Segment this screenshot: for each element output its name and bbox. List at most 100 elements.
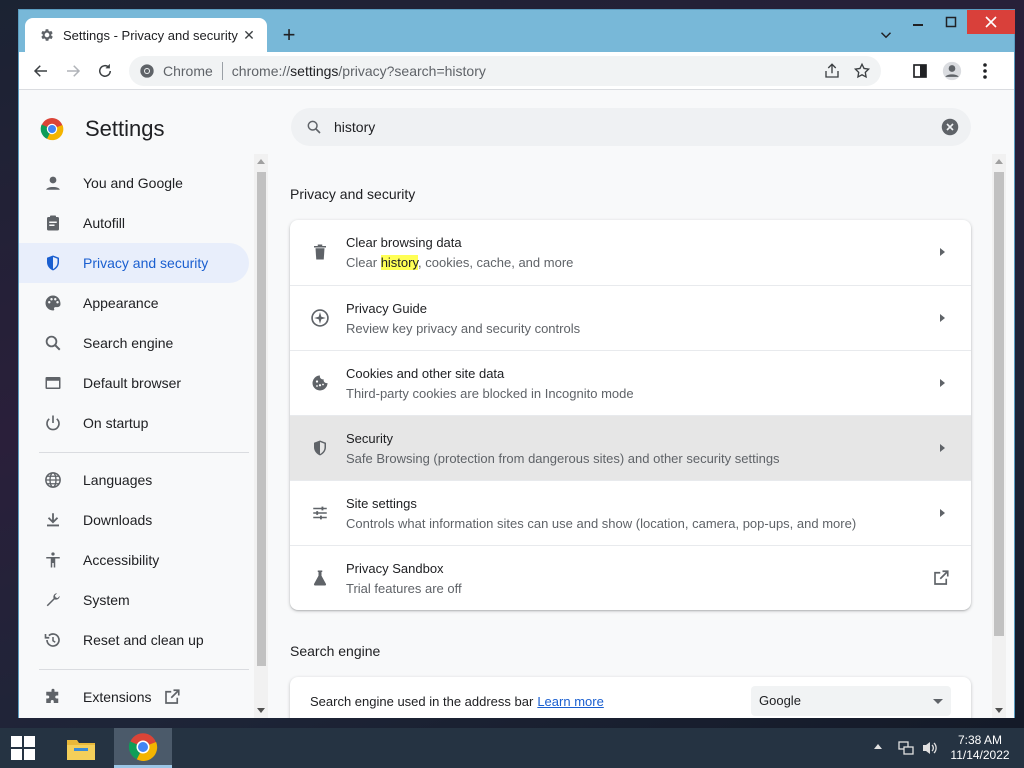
url-text[interactable]: chrome://settings/privacy?search=history	[232, 63, 486, 79]
sidebar-item-default-browser[interactable]: Default browser	[19, 363, 249, 403]
settings-search[interactable]	[291, 108, 971, 146]
scroll-up-arrow[interactable]	[995, 159, 1003, 164]
shield-icon	[43, 253, 63, 273]
sidebar-item-label: Autofill	[83, 215, 126, 231]
scrollbar-thumb[interactable]	[994, 172, 1004, 636]
new-tab-button[interactable]: +	[277, 24, 301, 48]
bookmark-star-icon[interactable]	[853, 62, 871, 80]
close-icon	[985, 16, 997, 28]
accessibility-icon	[43, 550, 63, 570]
sidebar-scrollbar[interactable]	[254, 154, 268, 718]
back-button[interactable]	[31, 61, 51, 81]
chrome-logo-icon	[40, 118, 64, 141]
person-icon	[43, 173, 63, 193]
kebab-menu-icon	[983, 63, 987, 79]
search-engine-label-text: Search engine used in the address bar	[310, 694, 534, 709]
start-button[interactable]	[0, 728, 46, 768]
close-tab-icon[interactable]: ✕	[241, 27, 257, 43]
tray-chevron-up-icon[interactable]	[874, 744, 882, 749]
search-highlight: history	[380, 255, 419, 270]
sidebar-item-label: Privacy and security	[83, 255, 209, 271]
sidebar-item-privacy-and-security[interactable]: Privacy and security	[19, 243, 249, 283]
sidebar-item-label: Downloads	[83, 512, 153, 528]
chrome-taskbar-button[interactable]	[114, 728, 172, 768]
row-subtitle: Clear history, cookies, cache, and more	[346, 255, 573, 270]
maximize-button[interactable]	[936, 10, 966, 34]
volume-icon[interactable]	[921, 740, 939, 756]
chrome-logo-icon	[128, 732, 158, 761]
settings-page: Settings You and Google Autofill Privacy…	[19, 90, 1014, 718]
sidebar-item-appearance[interactable]: Appearance	[19, 283, 249, 323]
minimize-icon	[913, 24, 923, 26]
caret-down-icon	[933, 699, 943, 704]
tab-settings[interactable]: Settings - Privacy and security ✕	[25, 18, 267, 52]
chevron-down-icon[interactable]	[877, 26, 895, 44]
search-input[interactable]	[334, 119, 914, 135]
arrow-left-icon	[33, 65, 47, 77]
row-site-settings[interactable]: Site settings Controls what information …	[290, 480, 971, 545]
wrench-icon	[43, 590, 63, 610]
sidebar-item-search-engine[interactable]: Search engine	[19, 323, 249, 363]
sidebar-item-label: Extensions	[83, 689, 152, 705]
external-link-icon	[934, 570, 949, 585]
shield-icon	[310, 438, 330, 458]
folder-icon	[67, 740, 95, 760]
row-cookies[interactable]: Cookies and other site data Third-party …	[290, 350, 971, 415]
row-title: Clear browsing data	[346, 235, 462, 250]
profile-button[interactable]	[942, 61, 962, 81]
globe-icon	[43, 470, 63, 490]
share-icon[interactable]	[823, 62, 841, 80]
scroll-down-arrow[interactable]	[257, 708, 265, 713]
sidebar-item-label: System	[83, 592, 130, 608]
avatar-icon	[942, 61, 962, 81]
sidebar-item-accessibility[interactable]: Accessibility	[19, 540, 249, 580]
sidebar-item-label: Appearance	[83, 295, 159, 311]
sidebar-item-label: On startup	[83, 415, 149, 431]
clipboard-icon	[43, 213, 63, 233]
side-panel-icon	[913, 64, 927, 78]
sidebar-item-you-and-google[interactable]: You and Google	[19, 163, 249, 203]
settings-header: Settings	[19, 90, 1014, 148]
scroll-down-arrow[interactable]	[995, 708, 1003, 713]
menu-button[interactable]	[975, 61, 995, 81]
sidebar-divider	[39, 669, 249, 670]
reload-button[interactable]	[95, 61, 115, 81]
row-subtitle-part: Clear	[346, 255, 381, 270]
search-engine-select[interactable]: Google	[751, 686, 951, 716]
sidebar-item-label: Reset and clean up	[83, 632, 204, 648]
search-engine-card: Search engine used in the address bar Lea…	[290, 677, 971, 718]
close-window-button[interactable]	[967, 10, 1015, 34]
forward-button[interactable]	[63, 61, 83, 81]
clear-search-icon[interactable]	[941, 118, 959, 136]
main-scrollbar[interactable]	[992, 154, 1006, 718]
system-clock[interactable]: 7:38 AM 11/14/2022	[945, 733, 1015, 763]
sidebar-item-reset-and-clean-up[interactable]: Reset and clean up	[19, 620, 249, 660]
sidebar-item-autofill[interactable]: Autofill	[19, 203, 249, 243]
tab-strip: Settings - Privacy and security ✕ +	[19, 10, 1015, 52]
row-subtitle: Trial features are off	[346, 581, 462, 596]
row-security[interactable]: Security Safe Browsing (protection from …	[290, 415, 971, 480]
minimize-button[interactable]	[903, 10, 933, 34]
side-panel-button[interactable]	[910, 61, 930, 81]
sidebar-item-extensions[interactable]: Extensions	[19, 677, 249, 717]
network-icon[interactable]	[898, 740, 914, 756]
sidebar-item-languages[interactable]: Languages	[19, 460, 249, 500]
taskbar: 7:38 AM 11/14/2022	[0, 728, 1024, 768]
file-explorer-button[interactable]	[58, 728, 104, 768]
sidebar-item-label: Accessibility	[83, 552, 160, 568]
row-clear-browsing-data[interactable]: Clear browsing data Clear history, cooki…	[290, 220, 971, 285]
clock-date: 11/14/2022	[950, 748, 1010, 762]
palette-icon	[43, 293, 63, 313]
scroll-up-arrow[interactable]	[257, 159, 265, 164]
sidebar-item-label: Languages	[83, 472, 153, 488]
row-privacy-sandbox[interactable]: Privacy Sandbox Trial features are off	[290, 545, 971, 610]
learn-more-link[interactable]: Learn more	[537, 694, 603, 709]
sidebar-item-on-startup[interactable]: On startup	[19, 403, 249, 443]
address-bar[interactable]: Chrome chrome://settings/privacy?search=…	[129, 56, 881, 86]
browser-window: Settings - Privacy and security ✕ + Chro…	[18, 9, 1015, 718]
row-privacy-guide[interactable]: Privacy Guide Review key privacy and sec…	[290, 285, 971, 350]
sidebar-item-label: You and Google	[83, 175, 183, 191]
sidebar-item-downloads[interactable]: Downloads	[19, 500, 249, 540]
scrollbar-thumb[interactable]	[257, 172, 266, 666]
sidebar-item-system[interactable]: System	[19, 580, 249, 620]
